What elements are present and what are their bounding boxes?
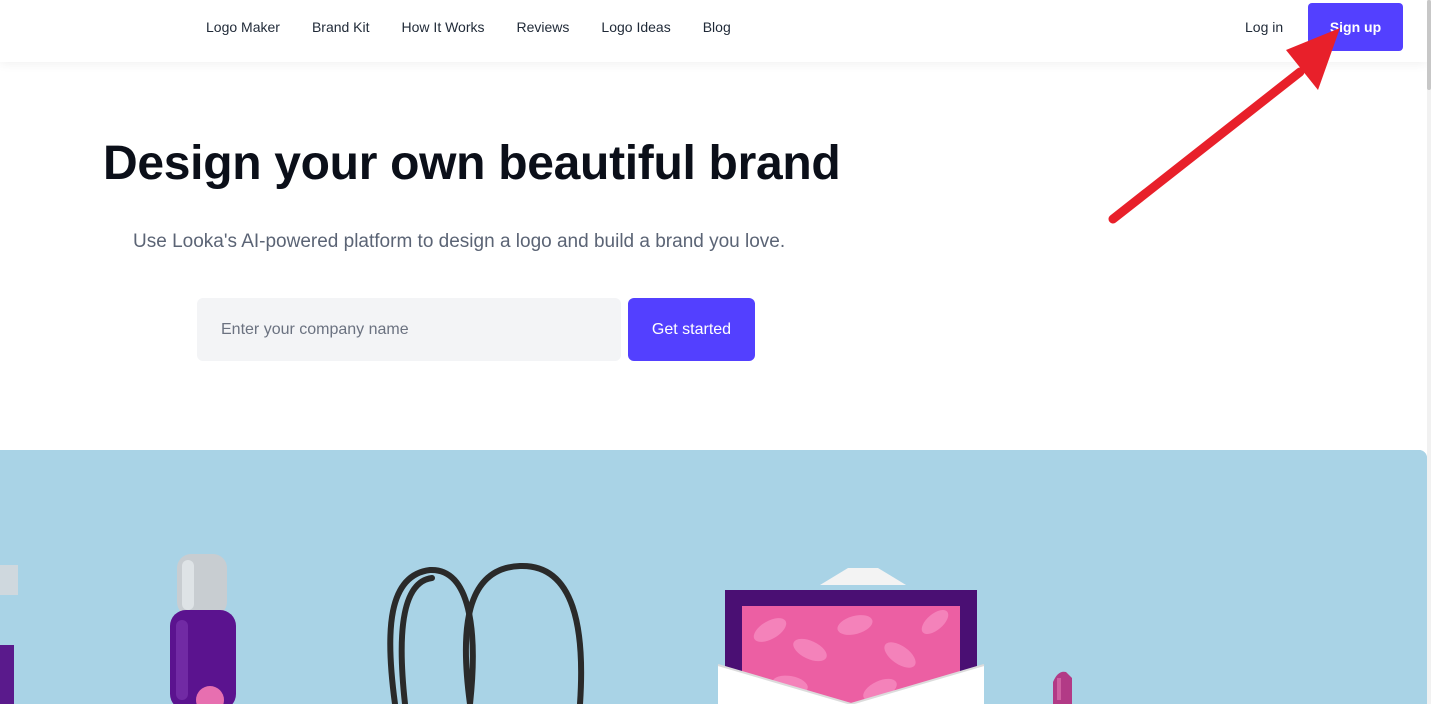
signup-button[interactable]: Sign up [1308,3,1403,51]
nav-link-brand-kit[interactable]: Brand Kit [312,19,370,35]
top-navigation: Logo Maker Brand Kit How It Works Review… [0,0,1427,62]
hero-subtitle: Use Looka's AI-powered platform to desig… [133,231,786,252]
page-scrollbar-track[interactable] [1427,0,1431,704]
login-link[interactable]: Log in [1245,19,1283,35]
page: Logo Maker Brand Kit How It Works Review… [0,0,1431,704]
brand-showcase-image [0,450,1427,704]
company-name-input[interactable] [197,298,621,361]
spray-bottle-item [170,554,236,704]
showcase-illustration [0,450,1427,704]
nav-link-blog[interactable]: Blog [703,19,731,35]
hero-title: Design your own beautiful brand [103,137,841,190]
nav-link-logo-maker[interactable]: Logo Maker [206,19,280,35]
page-scrollbar-thumb[interactable] [1427,0,1431,90]
nav-link-logo-ideas[interactable]: Logo Ideas [601,19,670,35]
nav-links: Logo Maker Brand Kit How It Works Review… [206,0,763,54]
nav-link-reviews[interactable]: Reviews [517,19,570,35]
nav-link-how-it-works[interactable]: How It Works [402,19,485,35]
get-started-button[interactable]: Get started [628,298,755,361]
